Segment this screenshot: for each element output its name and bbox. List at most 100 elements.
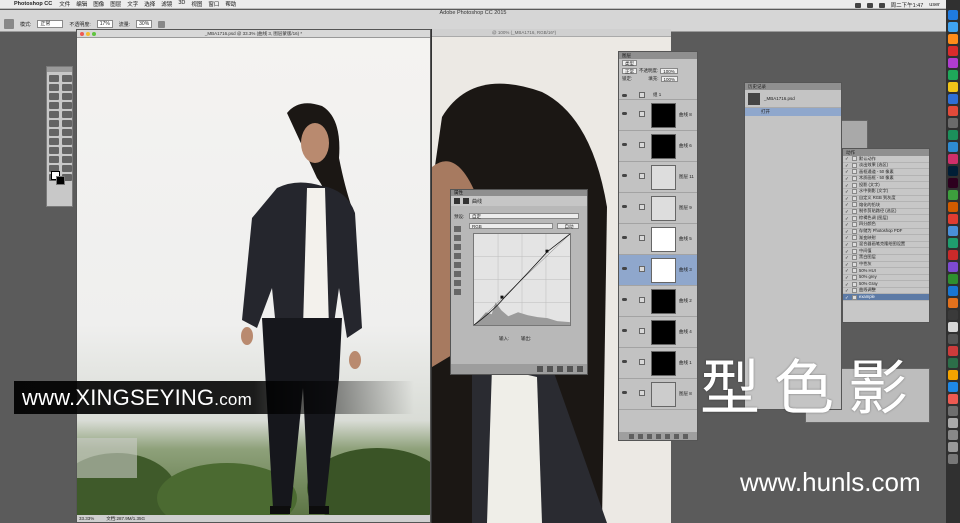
close-button[interactable] xyxy=(80,32,84,36)
dialog-toggle[interactable] xyxy=(852,182,857,188)
dialog-toggle[interactable] xyxy=(852,242,857,248)
tool-icon[interactable] xyxy=(49,75,59,82)
new-layer-icon[interactable] xyxy=(673,433,679,439)
menu-item[interactable]: 文字 xyxy=(127,0,138,8)
action-row[interactable]: ✓ 自定义 RGB 到灰度 xyxy=(843,195,929,203)
tool-icon[interactable] xyxy=(62,75,72,82)
tool-icon[interactable] xyxy=(49,84,59,91)
layer-thumbnail[interactable] xyxy=(651,320,676,345)
dock-app-icon[interactable] xyxy=(948,454,958,464)
action-row[interactable]: ✓ 混合器画笔克隆绘图设置 xyxy=(843,241,929,249)
dock-app-icon[interactable] xyxy=(948,394,958,404)
menu-item[interactable]: 3D xyxy=(178,0,185,8)
dialog-toggle[interactable] xyxy=(852,189,857,195)
dock-app-icon[interactable] xyxy=(948,310,958,320)
layer-row[interactable]: 组 1 xyxy=(619,91,697,100)
check-icon[interactable]: ✓ xyxy=(845,229,850,234)
eye-icon[interactable] xyxy=(622,205,627,208)
check-icon[interactable]: ✓ xyxy=(845,202,850,207)
folder-icon[interactable] xyxy=(664,433,670,439)
menu-item[interactable]: 图层 xyxy=(110,0,121,8)
brush-preset-icon[interactable] xyxy=(4,19,14,29)
check-icon[interactable]: ✓ xyxy=(845,183,850,188)
check-icon[interactable]: ✓ xyxy=(845,222,850,227)
mask-icon[interactable] xyxy=(463,198,469,204)
layer-thumbnail[interactable] xyxy=(651,382,676,407)
menu-item[interactable]: 编辑 xyxy=(76,0,87,8)
layer-name[interactable]: 曲线 5 xyxy=(679,236,692,242)
dialog-toggle[interactable] xyxy=(852,169,857,175)
dialog-toggle[interactable] xyxy=(852,248,857,254)
dialog-toggle[interactable] xyxy=(852,215,857,221)
dock-app-icon[interactable] xyxy=(948,418,958,428)
check-icon[interactable]: ✓ xyxy=(845,209,850,214)
dialog-toggle[interactable] xyxy=(852,261,857,267)
dock-app-icon[interactable] xyxy=(948,94,958,104)
menu-item[interactable]: 帮助 xyxy=(225,0,236,8)
action-row[interactable]: ✓ example xyxy=(843,294,929,302)
menu-item[interactable]: 窗口 xyxy=(208,0,219,8)
dialog-toggle[interactable] xyxy=(852,274,857,280)
volume-icon[interactable] xyxy=(878,2,885,8)
layer-row[interactable]: 曲线 2 xyxy=(619,286,697,317)
gray-point-eyedropper-icon[interactable] xyxy=(454,244,461,250)
tool-icon[interactable] xyxy=(62,102,72,109)
layer-name[interactable]: 曲线 8 xyxy=(679,112,692,118)
layer-row[interactable]: 曲线 4 xyxy=(619,317,697,348)
wechat-icon[interactable] xyxy=(854,2,861,8)
layers-header[interactable]: 图层 xyxy=(619,52,697,59)
layer-link-box[interactable] xyxy=(639,359,645,365)
tool-icon[interactable] xyxy=(62,93,72,100)
dialog-toggle[interactable] xyxy=(852,268,857,274)
layer-thumbnail[interactable] xyxy=(651,258,676,283)
tool-icon[interactable] xyxy=(62,138,72,145)
layer-name[interactable]: 曲线 6 xyxy=(679,143,692,149)
layer-name[interactable]: 曲线 1 xyxy=(679,360,692,366)
tool-icon[interactable] xyxy=(62,120,72,127)
check-icon[interactable]: ✓ xyxy=(845,262,850,267)
layer-thumbnail[interactable] xyxy=(651,289,676,314)
eye-icon[interactable] xyxy=(622,174,627,177)
dock-app-icon[interactable] xyxy=(948,334,958,344)
dock-app-icon[interactable] xyxy=(948,142,958,152)
user-name[interactable]: user xyxy=(929,2,940,8)
menu-item[interactable]: 选择 xyxy=(144,0,155,8)
eye-icon[interactable] xyxy=(622,329,627,332)
dock-app-icon[interactable] xyxy=(948,322,958,332)
action-row[interactable]: ✓ 中间值 xyxy=(843,248,929,255)
action-row[interactable]: ✓ 木质画框 - 50 像素 xyxy=(843,175,929,183)
mask-add-icon[interactable] xyxy=(646,433,652,439)
check-icon[interactable]: ✓ xyxy=(845,163,850,168)
check-icon[interactable]: ✓ xyxy=(845,196,850,201)
layer-link-box[interactable] xyxy=(639,328,645,334)
dialog-toggle[interactable] xyxy=(852,209,857,215)
menu-item[interactable]: 视图 xyxy=(191,0,202,8)
check-icon[interactable]: ✓ xyxy=(845,268,850,273)
tool-icon[interactable] xyxy=(49,111,59,118)
edit-points-icon[interactable] xyxy=(454,262,461,268)
fill-input[interactable]: 100% xyxy=(660,76,679,82)
dock-app-icon[interactable] xyxy=(948,238,958,248)
dock-app-icon[interactable] xyxy=(948,250,958,260)
white-point-eyedropper-icon[interactable] xyxy=(454,253,461,259)
dialog-toggle[interactable] xyxy=(852,162,857,168)
dock-app-icon[interactable] xyxy=(948,406,958,416)
layer-thumbnail[interactable] xyxy=(651,196,676,221)
dock-app-icon[interactable] xyxy=(948,346,958,356)
layer-thumbnail[interactable] xyxy=(651,351,676,376)
dialog-toggle[interactable] xyxy=(852,288,857,294)
dialog-toggle[interactable] xyxy=(852,281,857,287)
dialog-toggle[interactable] xyxy=(852,228,857,234)
dialog-toggle[interactable] xyxy=(852,235,857,241)
tool-icon[interactable] xyxy=(62,111,72,118)
tool-icon[interactable] xyxy=(49,93,59,100)
tool-icon[interactable] xyxy=(49,102,59,109)
dock-app-icon[interactable] xyxy=(948,166,958,176)
tool-icon[interactable] xyxy=(62,165,72,172)
channel-select[interactable]: RGB xyxy=(469,223,553,229)
airbrush-icon[interactable] xyxy=(158,20,166,28)
check-icon[interactable]: ✓ xyxy=(845,255,850,260)
dock-app-icon[interactable] xyxy=(948,70,958,80)
dock-app-icon[interactable] xyxy=(948,34,958,44)
action-row[interactable]: ✓ 黑白图层 xyxy=(843,254,929,262)
